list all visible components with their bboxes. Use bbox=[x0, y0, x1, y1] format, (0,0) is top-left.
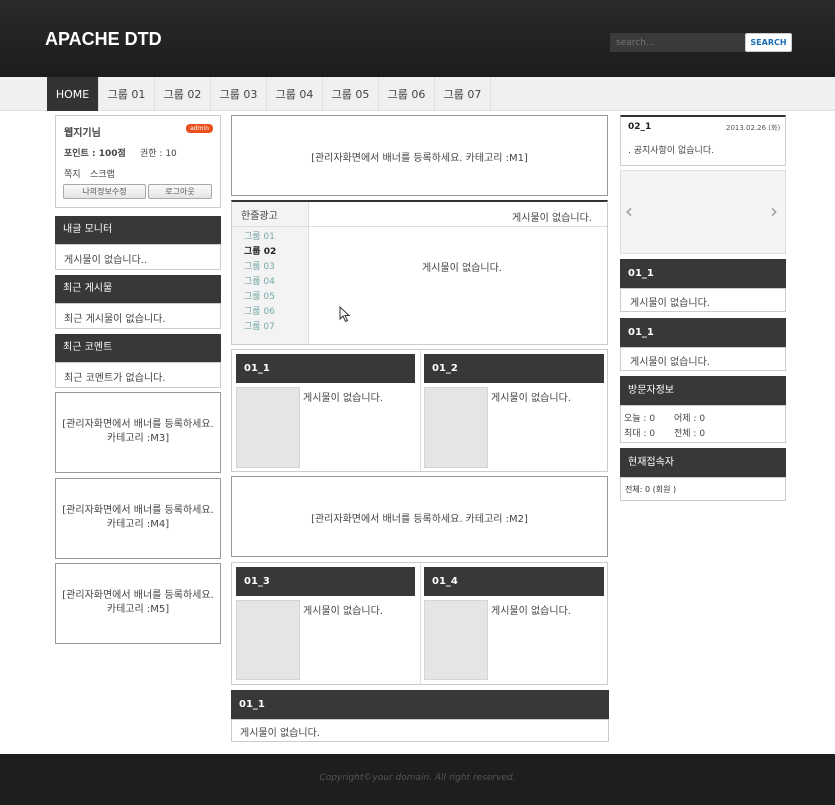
login-points: 포인트 : 100점 bbox=[64, 149, 126, 159]
notice-date: 2013.02.26 (화) bbox=[726, 124, 781, 132]
board-01-1-header[interactable]: 01_1 bbox=[236, 354, 415, 383]
board-01-3-thumbnail bbox=[236, 600, 300, 680]
group-item-01[interactable]: 그룹 01 bbox=[244, 230, 275, 245]
right-board-a-empty: 게시물이 없습니다. bbox=[630, 298, 710, 309]
notice-title[interactable]: 02_1 bbox=[628, 122, 651, 132]
group-item-04[interactable]: 그룹 04 bbox=[244, 275, 275, 290]
current-users-header: 현재접속자 bbox=[620, 448, 786, 477]
banner-m1-text: [관리자화면에서 배너를 등록하세요. 카테고리 :M1] bbox=[311, 153, 528, 164]
slider-prev-icon[interactable]: ‹ bbox=[625, 199, 633, 223]
current-users-text[interactable]: 전체: 0 (회원 ) bbox=[625, 484, 676, 495]
board-01-2-thumbnail bbox=[424, 387, 488, 468]
nav-home[interactable]: HOME bbox=[47, 77, 99, 111]
recent-comments-header[interactable]: 최근 코멘트 bbox=[55, 334, 221, 362]
group-item-02[interactable]: 그룹 02 bbox=[244, 245, 276, 260]
recent-comments-empty: 최근 코멘트가 없습니다. bbox=[64, 373, 166, 384]
recent-posts-header[interactable]: 최근 게시물 bbox=[55, 275, 221, 303]
notice-text[interactable]: . 공지사항이 없습니다. bbox=[628, 143, 714, 156]
divider bbox=[420, 563, 421, 684]
divider bbox=[420, 350, 421, 471]
banner-m2-text: [관리자화면에서 배너를 등록하세요. 카테고리 :M2] bbox=[311, 514, 528, 525]
banner-m3-text: [관리자화면에서 배너를 등록하세요. 카테고리 :M3] bbox=[62, 419, 214, 444]
bottom-board-header[interactable]: 01_1 bbox=[231, 690, 609, 719]
bottom-board-empty: 게시물이 없습니다. bbox=[240, 728, 320, 739]
logout-button[interactable]: 로그아웃 bbox=[148, 184, 212, 199]
site-logo[interactable]: APACHE DTD bbox=[45, 29, 162, 50]
divider bbox=[232, 226, 607, 227]
oneline-ad-empty: 게시물이 없습니다. bbox=[512, 213, 592, 224]
group-item-07[interactable]: 그룹 07 bbox=[244, 320, 275, 335]
oneline-ad-title[interactable]: 한줄광고 bbox=[241, 207, 278, 222]
slider-next-icon[interactable]: › bbox=[770, 199, 778, 223]
board-01-2-empty: 게시물이 없습니다. bbox=[491, 393, 571, 404]
board-01-3-header[interactable]: 01_3 bbox=[236, 567, 415, 596]
mouse-cursor-icon bbox=[339, 306, 351, 323]
right-board-b-header[interactable]: 01_1 bbox=[620, 318, 786, 347]
monitor-header[interactable]: 내글 모니터 bbox=[55, 216, 221, 244]
admin-badge[interactable]: admin bbox=[186, 124, 213, 133]
group-item-03[interactable]: 그룹 03 bbox=[244, 260, 275, 275]
login-level: 권한 : 10 bbox=[140, 149, 177, 159]
edit-profile-button[interactable]: 나의정보수정 bbox=[63, 184, 146, 199]
nav-group-06[interactable]: 그룹 06 bbox=[379, 77, 435, 111]
banner-m5-text: [관리자화면에서 배너를 등록하세요. 카테고리 :M5] bbox=[62, 590, 214, 615]
board-01-4-header[interactable]: 01_4 bbox=[424, 567, 604, 596]
search-button[interactable]: SEARCH bbox=[745, 33, 792, 52]
board-01-2-header[interactable]: 01_2 bbox=[424, 354, 604, 383]
copyright: Copyright©your domain. All right reserve… bbox=[319, 773, 516, 783]
visitor-yesterday: 어제 : 0 bbox=[674, 414, 706, 424]
nav-group-05[interactable]: 그룹 05 bbox=[323, 77, 379, 111]
search-input[interactable] bbox=[610, 33, 745, 52]
image-slider bbox=[620, 170, 786, 254]
nav-group-07[interactable]: 그룹 07 bbox=[435, 77, 491, 111]
right-board-a-header[interactable]: 01_1 bbox=[620, 259, 786, 288]
memo-link[interactable]: 쪽지 bbox=[64, 167, 81, 180]
right-board-b-empty: 게시물이 없습니다. bbox=[630, 357, 710, 368]
nav-group-03[interactable]: 그룹 03 bbox=[211, 77, 267, 111]
visitor-header: 방문자정보 bbox=[620, 376, 786, 405]
board-01-1-thumbnail bbox=[236, 387, 300, 468]
nav-group-02[interactable]: 그룹 02 bbox=[155, 77, 211, 111]
login-username: 웹지기님 bbox=[64, 128, 101, 139]
visitor-max: 최대 : 0 bbox=[624, 429, 656, 439]
nav-group-01[interactable]: 그룹 01 bbox=[99, 77, 155, 111]
board-01-1-empty: 게시물이 없습니다. bbox=[303, 393, 383, 404]
nav-group-04[interactable]: 그룹 04 bbox=[267, 77, 323, 111]
visitor-today: 오늘 : 0 bbox=[624, 414, 656, 424]
recent-posts-empty: 최근 게시물이 없습니다. bbox=[64, 314, 166, 325]
monitor-empty: 게시물이 없습니다.. bbox=[64, 255, 148, 266]
scrap-link[interactable]: 스크랩 bbox=[90, 167, 115, 180]
group-empty: 게시물이 없습니다. bbox=[422, 263, 502, 274]
visitor-total: 전체 : 0 bbox=[674, 429, 706, 439]
banner-m4-text: [관리자화면에서 배너를 등록하세요. 카테고리 :M4] bbox=[62, 505, 214, 530]
board-01-3-empty: 게시물이 없습니다. bbox=[303, 606, 383, 617]
group-item-06[interactable]: 그룹 06 bbox=[244, 305, 275, 320]
group-item-05[interactable]: 그룹 05 bbox=[244, 290, 275, 305]
board-01-4-empty: 게시물이 없습니다. bbox=[491, 606, 571, 617]
board-01-4-thumbnail bbox=[424, 600, 488, 680]
